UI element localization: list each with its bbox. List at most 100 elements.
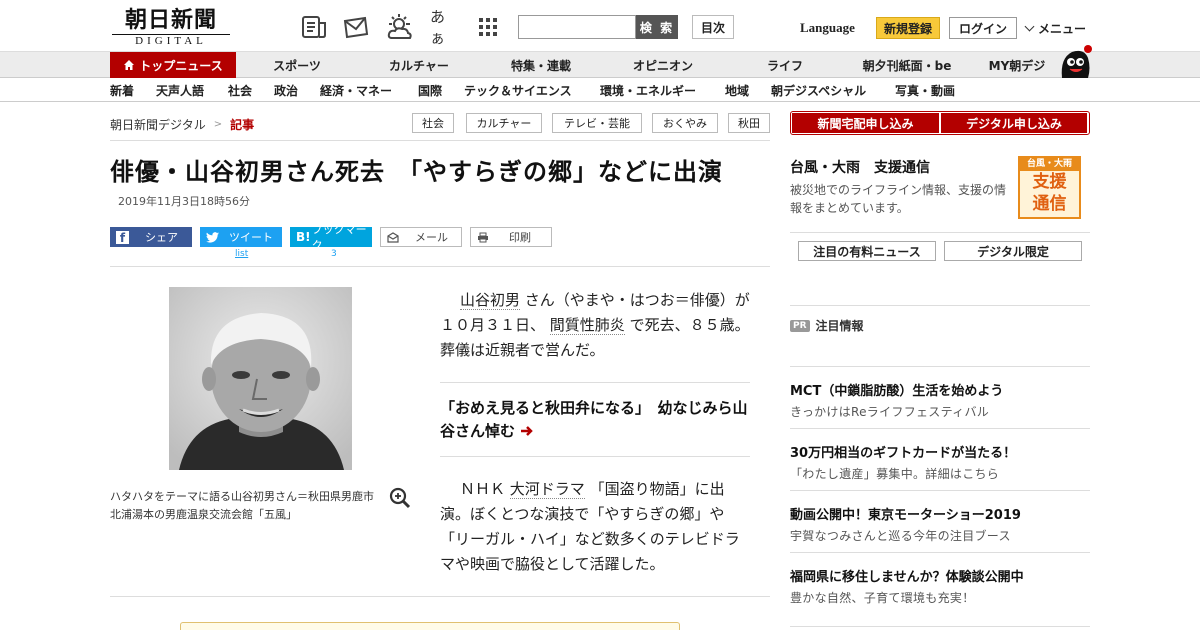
banner-top-text: 台風・大雨 (1020, 158, 1079, 171)
twitter-share-button[interactable]: ツイート (200, 227, 282, 247)
facebook-share-button[interactable]: f シェア (110, 227, 192, 247)
font-size-icon[interactable]: あぁ (430, 8, 458, 47)
divider (110, 266, 770, 267)
related-article-text: 「おめえ見ると秋田弁になる」 幼なじみら山谷さん悼む (440, 399, 748, 440)
promo-box[interactable] (180, 622, 680, 630)
language-link[interactable]: Language (800, 20, 855, 36)
tag-society[interactable]: 社会 (412, 113, 454, 133)
mascot-icon[interactable] (1058, 44, 1092, 80)
print-icon (478, 232, 488, 242)
logo-jp: 朝日新聞 (124, 7, 217, 33)
tag-akita[interactable]: 秋田 (728, 113, 770, 133)
article-photo[interactable] (169, 287, 352, 470)
logo-en: DIGITAL (112, 34, 230, 48)
nav-sports[interactable]: スポーツ (258, 52, 336, 78)
pr-badge: PR (790, 319, 810, 332)
nav-opinion[interactable]: オピニオン (622, 52, 704, 78)
pr-item-subtitle[interactable]: 「わたし遺産」募集中。詳細はこちら (790, 465, 999, 482)
nav-life[interactable]: ライフ (752, 52, 818, 78)
nav2-new[interactable]: 新着 (110, 80, 134, 100)
nav2-politics[interactable]: 政治 (274, 80, 298, 100)
typhoon-support-desc: 被災地でのライフライン情報、支援の情報をまとめています。 (790, 183, 1007, 215)
related-article-link[interactable]: 「おめえ見ると秋田弁になる」 幼なじみら山谷さん悼む (440, 397, 750, 443)
divider (110, 140, 770, 141)
tag-tv[interactable]: テレビ・芸能 (552, 113, 642, 133)
article-paragraph-1: 山谷初男 さん（やまや・はつお＝俳優）が１０月３１日、 間質性肺炎 で死去、８５… (440, 288, 750, 363)
home-icon (124, 60, 135, 70)
divider (790, 552, 1090, 553)
divider (790, 366, 1090, 367)
subscribe-digital-button[interactable]: デジタル申し込み (941, 113, 1087, 133)
nav2-economy[interactable]: 経済・マネー (320, 80, 392, 100)
nav2-tenseijingo[interactable]: 天声人語 (156, 80, 204, 100)
nav2-society[interactable]: 社会 (228, 80, 252, 100)
tag-obituary[interactable]: おくやみ (652, 113, 718, 133)
paid-news-button[interactable]: 注目の有料ニュース (798, 241, 936, 261)
p2-text-a: ＮＨＫ (460, 480, 506, 498)
nav2-tech[interactable]: テック＆サイエンス (464, 80, 572, 100)
pr-item-title[interactable]: MCT（中鎖脂肪酸）生活を始めよう (790, 380, 1003, 399)
article-date: 2019年11月3日18時56分 (118, 195, 250, 208)
pr-item-subtitle[interactable]: きっかけはReライフフェスティバル (790, 403, 989, 420)
menu-button[interactable]: メニュー (1024, 20, 1087, 37)
mail-icon[interactable] (342, 13, 370, 41)
pr-item-title[interactable]: 動画公開中！東京モーターショー2019 (790, 504, 1021, 523)
pr-item-title[interactable]: 30万円相当のギフトカードが当たる！ (790, 442, 1016, 461)
divider (790, 232, 1090, 233)
breadcrumb-home[interactable]: 朝日新聞デジタル (110, 116, 206, 133)
divider (790, 305, 1090, 306)
facebook-share-label: シェア (145, 231, 178, 244)
link-yamaya[interactable]: 山谷初男 (460, 291, 521, 310)
nav-culture[interactable]: カルチャー (378, 52, 460, 78)
typhoon-support-title[interactable]: 台風・大雨 支援通信 (790, 157, 930, 177)
site-logo[interactable]: 朝日新聞 DIGITAL (112, 8, 230, 48)
newspaper-icon[interactable] (300, 13, 328, 41)
divider (440, 382, 750, 383)
link-pneumonia[interactable]: 間質性肺炎 (549, 316, 625, 335)
search-input[interactable] (518, 15, 636, 39)
pr-section-title: 注目情報 (815, 319, 864, 333)
banner-line-2: 通信 (1032, 194, 1067, 214)
print-label: 印刷 (509, 231, 531, 244)
pr-item-subtitle[interactable]: 宇賀なつみさんと巡る今年の注目ブース (790, 527, 1011, 544)
tag-culture[interactable]: カルチャー (466, 113, 542, 133)
signup-button[interactable]: 新規登録 (876, 17, 940, 39)
pr-item-subtitle[interactable]: 豊かな自然、子育て環境も充実！ (790, 589, 975, 606)
nav2-region[interactable]: 地域 (725, 80, 749, 100)
weather-icon[interactable] (386, 13, 414, 41)
hatena-count[interactable]: 3 (331, 249, 337, 259)
zoom-icon[interactable] (388, 486, 412, 510)
twitter-share-label: ツイート (229, 231, 273, 244)
nav-my-asadigi[interactable]: MY朝デジ (980, 52, 1054, 78)
nav-features[interactable]: 特集・連載 (500, 52, 582, 78)
digital-only-button[interactable]: デジタル限定 (944, 241, 1082, 261)
mail-share-label: メール (415, 231, 448, 244)
nav2-environment[interactable]: 環境・エネルギー (600, 80, 696, 100)
hatena-bookmark-button[interactable]: B! ブックマーク (290, 223, 372, 252)
link-taiga[interactable]: 大河ドラマ (509, 480, 585, 499)
nav2-special[interactable]: 朝デジスペシャル (771, 80, 866, 100)
toc-button[interactable]: 目次 (692, 15, 734, 39)
breadcrumb: 朝日新聞デジタル > 記事 (110, 116, 254, 133)
search-button[interactable]: 検 索 (636, 15, 678, 39)
subscribe-home-button[interactable]: 新聞宅配申し込み (792, 113, 939, 133)
print-button[interactable]: 印刷 (470, 227, 552, 247)
mail-share-icon (387, 231, 399, 243)
nav-paper[interactable]: 朝夕刊紙面・be (852, 52, 962, 78)
menu-label: メニュー (1038, 22, 1087, 36)
nav2-international[interactable]: 国際 (418, 80, 442, 100)
twitter-count[interactable]: list (235, 249, 248, 259)
typhoon-support-banner[interactable]: 台風・大雨 支援 通信 (1018, 156, 1081, 219)
login-button[interactable]: ログイン (949, 17, 1017, 39)
pr-item-title[interactable]: 福岡県に移住しませんか？体験談公開中 (790, 566, 1024, 585)
arrow-right-icon (521, 426, 534, 436)
hatena-label: ブックマーク (311, 223, 367, 252)
chevron-down-icon (1024, 21, 1035, 32)
grid-icon[interactable] (474, 13, 502, 41)
divider (790, 428, 1090, 429)
divider (440, 456, 750, 457)
nav2-photo-video[interactable]: 写真・動画 (895, 80, 955, 100)
photo-caption: ハタハタをテーマに語る山谷初男さん＝秋田県男鹿市北浦湯本の男鹿温泉交流会館「五風… (110, 490, 374, 521)
nav-top-news[interactable]: トップニュース (110, 52, 236, 78)
mail-share-button[interactable]: メール (380, 227, 462, 247)
